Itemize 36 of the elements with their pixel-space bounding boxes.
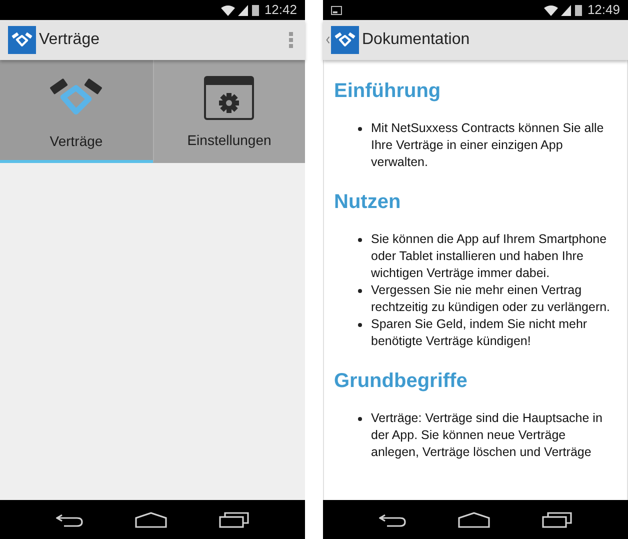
settings-icon (204, 76, 254, 120)
up-caret-icon[interactable] (326, 35, 330, 45)
signal-icon (561, 4, 572, 16)
recent-apps-icon[interactable] (219, 512, 250, 528)
bullet-icon (358, 417, 362, 421)
bullet-icon (358, 323, 362, 327)
action-bar-title: Dokumentation (362, 30, 470, 50)
section-heading: Nutzen (334, 190, 402, 215)
tab[interactable]: Einstellungen (152, 58, 305, 163)
battery-icon (575, 4, 582, 16)
home-icon[interactable] (135, 512, 168, 528)
wifi-icon (221, 4, 236, 16)
bullet-icon (358, 127, 362, 131)
status-time: 12:42 (264, 1, 297, 20)
back-icon[interactable] (56, 512, 84, 526)
picture-notification-icon (331, 6, 342, 14)
bullet-text: Sie können die App auf Ihrem Smartphone oder Tablet installieren und haben Ihre wichtigen Verträge immer dabei. (371, 231, 608, 282)
wifi-icon (544, 4, 558, 16)
bullet-icon (358, 289, 362, 293)
status-time: 12:49 (587, 1, 620, 20)
bullet-icon (358, 238, 362, 242)
back-icon[interactable] (378, 512, 407, 526)
handshake-icon (11, 31, 33, 49)
section-heading: Grundbegriffe (334, 369, 468, 394)
home-icon[interactable] (458, 512, 490, 528)
handshake-icon (334, 31, 356, 49)
section-heading: Einführung (334, 79, 442, 104)
battery-icon (252, 4, 260, 16)
bullet-text: Vergessen Sie nie mehr einen Vertrag rechtzeitig zu kündigen oder zu verlängern. (371, 282, 612, 316)
tab[interactable]: Verträge (0, 58, 152, 163)
recent-apps-icon[interactable] (542, 512, 572, 528)
signal-icon (238, 4, 248, 16)
bullet-text: Mit NetSuxxess Contracts können Sie alle Ihre Verträge in einer einzigen App verwalten. (371, 120, 605, 171)
bullet-text: Verträge: Verträge sind die Hauptsache in der App. Sie können neue Verträge anlegen, Verträge löschen und Verträge (371, 410, 604, 461)
action-bar-title: Verträge (39, 30, 100, 50)
bullet-text: Sparen Sie Geld, indem Sie nicht mehr benötigte Verträge kündigen! (371, 316, 588, 350)
